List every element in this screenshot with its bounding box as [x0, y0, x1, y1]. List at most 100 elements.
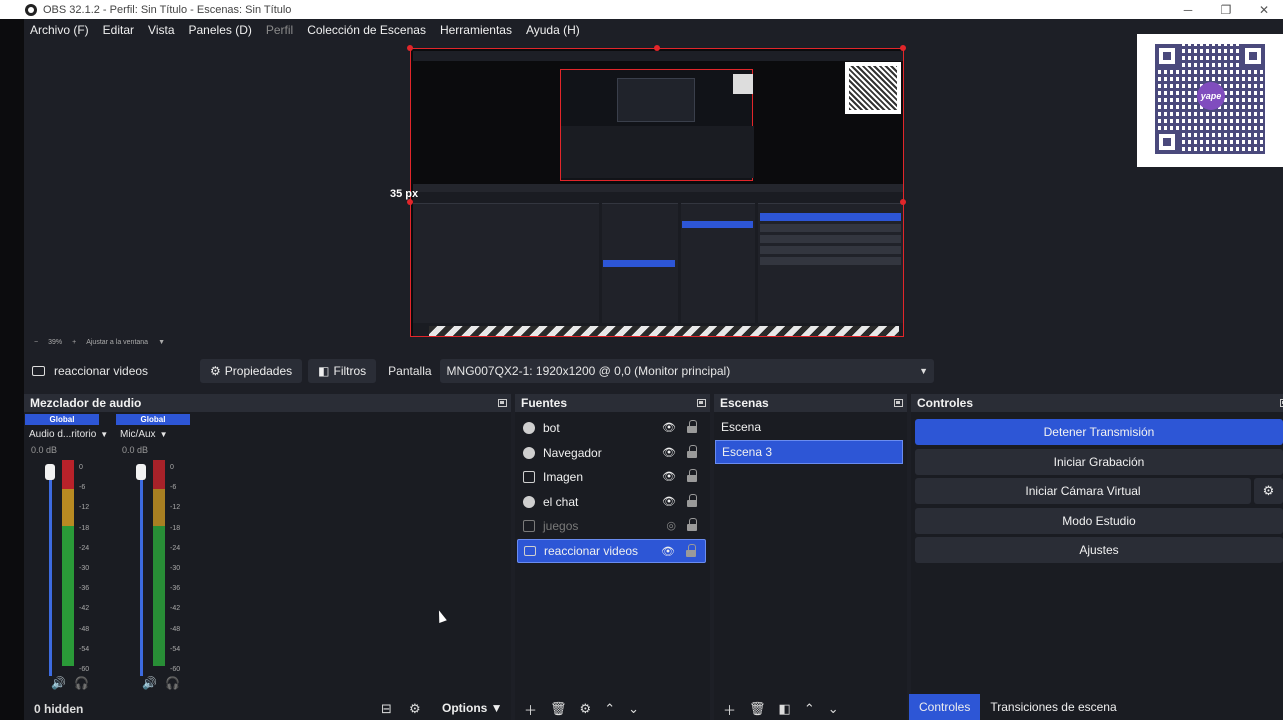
meter-tick-label: -30	[79, 565, 90, 573]
source-properties-gear-icon[interactable]: ⚙	[580, 701, 592, 717]
chevron-down-icon[interactable]: ▼	[914, 359, 934, 383]
resize-handle[interactable]	[900, 199, 906, 205]
lock-icon[interactable]	[687, 420, 697, 433]
headphones-icon[interactable]: 🎧	[74, 676, 89, 690]
zoom-menu-chevron-icon[interactable]: ▼	[158, 339, 165, 346]
title-bar: OBS 32.1.2 - Perfil: Sin Título - Escena…	[0, 0, 1283, 19]
zoom-out-button[interactable]: −	[34, 339, 38, 346]
chevron-down-icon[interactable]: ▼	[100, 430, 108, 439]
menu-edit[interactable]: Editar	[103, 23, 134, 37]
tab-controls[interactable]: Controles	[909, 694, 981, 720]
channel-name-button[interactable]: Mic/Aux ▼	[116, 429, 190, 440]
settings-button[interactable]: Ajustes	[915, 537, 1283, 563]
eye-icon[interactable]: 👁	[662, 470, 676, 483]
headphones-icon[interactable]: 🎧	[165, 676, 180, 690]
virtual-camera-gear-icon[interactable]: ⚙	[1254, 478, 1283, 504]
source-item[interactable]: reaccionar videos 👁	[517, 539, 706, 563]
current-source-name: reaccionar videos	[54, 363, 149, 378]
speaker-icon[interactable]: 🔊	[51, 676, 66, 690]
sources-footer: ＋ 🗑 ⚙ ⌃ ⌄	[515, 698, 710, 720]
menu-file[interactable]: Archivo (F)	[30, 23, 89, 37]
eye-icon[interactable]: 👁	[661, 545, 675, 558]
remove-source-icon[interactable]: 🗑	[550, 701, 567, 717]
lock-icon[interactable]	[686, 544, 696, 557]
screen-select[interactable]: MNG007QX2-1: 1920x1200 @ 0,0 (Monitor pr…	[439, 358, 934, 383]
eye-icon[interactable]: 👁	[662, 495, 676, 508]
lock-icon[interactable]	[687, 518, 697, 531]
resize-handle[interactable]	[900, 45, 906, 51]
meter-tick-label: -6	[170, 484, 177, 492]
selected-source-frame[interactable]	[407, 45, 906, 337]
move-up-icon[interactable]: ⌃	[804, 701, 815, 717]
stop-stream-button[interactable]: Detener Transmisión	[915, 419, 1283, 445]
channel-name-button[interactable]: Audio d...ritorio ▼	[25, 429, 108, 440]
menu-bar: Archivo (F) Editar Vista Paneles (D) Per…	[24, 19, 1283, 41]
tab-scene-transitions[interactable]: Transiciones de escena	[980, 694, 1126, 720]
menu-help[interactable]: Ayuda (H)	[526, 23, 580, 37]
lock-icon[interactable]	[687, 445, 697, 458]
close-button[interactable]: ✕	[1245, 0, 1283, 19]
menu-docks[interactable]: Paneles (D)	[189, 23, 252, 37]
eye-icon[interactable]: 👁	[662, 446, 676, 459]
fit-to-window-button[interactable]: Ajustar a la ventana	[86, 339, 148, 346]
qr-code-image[interactable]: yape	[1137, 34, 1283, 167]
preview-zoom-bar: − 39% + Ajustar a la ventana ▼	[24, 336, 904, 349]
add-source-icon[interactable]: ＋	[524, 700, 537, 719]
nested-source-selected	[603, 260, 675, 267]
scene-item[interactable]: Escena 3	[715, 440, 903, 464]
menu-tools[interactable]: Herramientas	[440, 23, 512, 37]
volume-slider-track[interactable]	[49, 476, 52, 676]
menu-scene-collection[interactable]: Colección de Escenas	[307, 23, 426, 37]
audio-meter	[62, 460, 74, 666]
gear-icon: ⚙	[210, 363, 221, 378]
move-down-icon[interactable]: ⌄	[628, 701, 639, 717]
eye-icon[interactable]: 👁	[662, 421, 676, 434]
scene-filters-icon[interactable]: ◧	[779, 701, 791, 717]
source-item[interactable]: bot 👁	[517, 416, 706, 440]
resize-handle[interactable]	[407, 45, 413, 51]
speaker-icon[interactable]: 🔊	[142, 676, 157, 690]
menu-view[interactable]: Vista	[148, 23, 174, 37]
remove-scene-icon[interactable]: 🗑	[749, 701, 766, 717]
options-button[interactable]: Options ▼	[442, 701, 503, 715]
source-item[interactable]: el chat 👁	[517, 490, 706, 514]
undock-icon[interactable]	[498, 399, 507, 407]
layout-icon[interactable]: ⊟	[381, 701, 392, 717]
properties-button[interactable]: ⚙ Propiedades	[200, 358, 303, 383]
start-virtual-camera-button[interactable]: Iniciar Cámara Virtual	[915, 478, 1251, 504]
scene-item[interactable]: Escena	[715, 415, 903, 439]
menu-profile[interactable]: Perfil	[266, 23, 293, 37]
source-item[interactable]: Navegador 👁	[517, 441, 706, 465]
studio-mode-button[interactable]: Modo Estudio	[915, 508, 1283, 534]
resize-handle[interactable]	[654, 45, 660, 51]
move-up-icon[interactable]: ⌃	[604, 701, 615, 717]
minimize-button[interactable]: ─	[1169, 0, 1207, 19]
volume-slider-knob[interactable]	[136, 464, 146, 480]
nested-ctrl-btn	[760, 246, 901, 254]
meter-tick-label: -12	[79, 504, 90, 512]
chevron-down-icon[interactable]: ▼	[160, 430, 168, 439]
mixer-title: Mezclador de audio	[30, 396, 142, 410]
source-item[interactable]: Imagen 👁	[517, 465, 706, 489]
lock-icon[interactable]	[687, 469, 697, 482]
channel-controls: 🔊 🎧	[51, 676, 89, 690]
move-down-icon[interactable]: ⌄	[828, 701, 839, 717]
filters-button[interactable]: ◧ Filtros	[308, 358, 377, 383]
volume-slider-track[interactable]	[140, 476, 143, 676]
nested-ctrl-btn	[760, 224, 901, 232]
zoom-in-button[interactable]: +	[72, 339, 76, 346]
controls-tabs: Controles Transiciones de escena	[909, 694, 1127, 720]
undock-icon[interactable]	[697, 399, 706, 407]
volume-slider-knob[interactable]	[45, 464, 55, 480]
lock-icon[interactable]	[687, 494, 697, 507]
undock-icon[interactable]	[894, 399, 903, 407]
add-scene-icon[interactable]: ＋	[723, 700, 736, 719]
eye-hidden-icon[interactable]: ◎	[666, 519, 676, 532]
obs-logo-icon	[25, 3, 37, 16]
advanced-audio-gear-icon[interactable]: ⚙	[409, 701, 421, 717]
start-recording-button[interactable]: Iniciar Grabación	[915, 449, 1283, 475]
audio-meter	[153, 460, 165, 666]
preview-canvas[interactable]: 35 px yape	[24, 34, 1283, 337]
maximize-button[interactable]: ❐	[1207, 0, 1245, 19]
source-item[interactable]: juegos ◎	[517, 514, 706, 538]
